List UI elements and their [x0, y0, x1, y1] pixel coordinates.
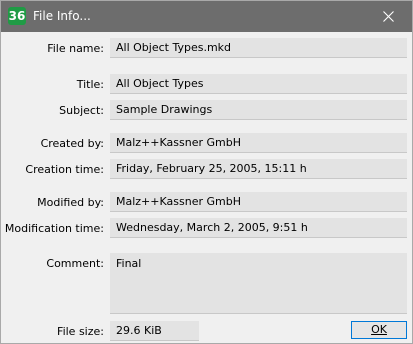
- window-title: File Info...: [33, 9, 91, 23]
- created-by-label: Created by:: [40, 137, 104, 150]
- comment-label: Comment:: [46, 257, 104, 270]
- file-size-field[interactable]: 29.6 KiB: [110, 321, 199, 341]
- file-name-field[interactable]: All Object Types.mkd: [110, 38, 407, 58]
- file-info-dialog: 36 File Info... File name: All Object Ty…: [0, 0, 413, 344]
- ok-button[interactable]: OK: [351, 321, 407, 339]
- close-icon: [383, 11, 394, 22]
- modified-by-field[interactable]: Malz++Kassner GmbH: [110, 192, 407, 212]
- title-bar[interactable]: 36 File Info...: [1, 1, 412, 32]
- app-logo-icon: 36: [8, 7, 26, 25]
- creation-time-label: Creation time:: [25, 163, 104, 176]
- title-label: Title:: [76, 78, 104, 91]
- title-field[interactable]: All Object Types: [110, 74, 407, 94]
- file-name-label: File name:: [47, 42, 104, 55]
- modification-time-label: Modification time:: [4, 222, 104, 235]
- close-button[interactable]: [367, 1, 412, 32]
- file-size-label: File size:: [57, 325, 104, 338]
- ok-button-label: OK: [371, 323, 387, 336]
- creation-time-field[interactable]: Friday, February 25, 2005, 15:11 h: [110, 159, 407, 179]
- modification-time-field[interactable]: Wednesday, March 2, 2005, 9:51 h: [110, 218, 407, 238]
- subject-field[interactable]: Sample Drawings: [110, 100, 407, 120]
- comment-field[interactable]: Final: [110, 253, 407, 314]
- created-by-field[interactable]: Malz++Kassner GmbH: [110, 133, 407, 153]
- subject-label: Subject:: [59, 104, 104, 117]
- modified-by-label: Modified by:: [37, 196, 104, 209]
